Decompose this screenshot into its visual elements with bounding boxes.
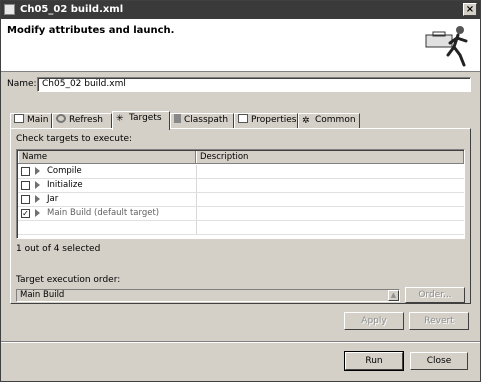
- revert-button[interactable]: Revert: [409, 312, 469, 330]
- tab-refresh[interactable]: Refresh: [52, 113, 112, 128]
- tab-properties[interactable]: Properties: [234, 113, 298, 128]
- tab-common-label: Common: [315, 115, 356, 125]
- order-button[interactable]: Order...: [405, 287, 465, 303]
- target-checkbox[interactable]: [21, 181, 30, 190]
- table-header: Name Description: [18, 151, 464, 164]
- tab-classpath-label: Classpath: [184, 115, 229, 125]
- tab-targets[interactable]: ✳ Targets: [112, 111, 170, 130]
- target-name: Initialize: [47, 180, 83, 190]
- target-icon: [35, 167, 40, 175]
- execution-order-label: Target execution order:: [16, 275, 121, 285]
- tab-refresh-label: Refresh: [69, 115, 103, 125]
- properties-icon: [238, 114, 248, 123]
- tab-bar: Main Refresh ✳ Targets Classpath Properti…: [10, 111, 470, 130]
- close-button[interactable]: Close: [410, 352, 468, 370]
- name-label: Name:: [7, 79, 37, 89]
- column-header-name[interactable]: Name: [18, 151, 196, 163]
- table-row[interactable]: Initialize: [18, 179, 464, 193]
- header-message: Modify attributes and launch.: [7, 25, 175, 36]
- tab-main[interactable]: Main: [10, 113, 52, 128]
- table-row-empty: [18, 221, 464, 235]
- run-toolbox-icon: [424, 21, 472, 69]
- scroll-arrow-icon[interactable]: ▲: [388, 290, 399, 301]
- window-title: Ch05_02 build.xml: [20, 4, 124, 15]
- run-button[interactable]: Run: [344, 351, 404, 371]
- selected-count: 1 out of 4 selected: [16, 244, 101, 254]
- target-name: Compile: [47, 166, 82, 176]
- targets-icon: ✳: [116, 114, 124, 124]
- main-tab-icon: [14, 114, 24, 123]
- table-row[interactable]: ✓ Main Build (default target): [18, 207, 464, 221]
- close-window-button[interactable]: ×: [463, 3, 477, 16]
- execution-order-field: Main Build ▲: [16, 289, 400, 302]
- tab-properties-label: Properties: [251, 115, 297, 125]
- targets-table[interactable]: Name Description Compile Initialize Jar …: [16, 149, 465, 239]
- refresh-icon: [56, 114, 66, 123]
- tab-targets-label: Targets: [129, 113, 162, 123]
- title-bar[interactable]: Ch05_02 build.xml ×: [1, 1, 480, 19]
- button-separator: [1, 341, 480, 343]
- target-checkbox-checked[interactable]: ✓: [21, 209, 30, 218]
- name-input[interactable]: Ch05_02 build.xml: [37, 77, 471, 92]
- common-icon: ✲: [302, 116, 310, 126]
- target-icon: [35, 195, 40, 203]
- tab-classpath[interactable]: Classpath: [170, 113, 234, 128]
- check-targets-label: Check targets to execute:: [16, 134, 133, 144]
- target-checkbox[interactable]: [21, 167, 30, 176]
- default-target-icon: [35, 209, 40, 217]
- target-name: Main Build (default target): [47, 208, 160, 218]
- column-header-description[interactable]: Description: [196, 151, 464, 163]
- launch-configuration-dialog: Ch05_02 build.xml × Modify attributes an…: [0, 0, 481, 382]
- execution-order-value: Main Build: [20, 290, 65, 300]
- target-checkbox[interactable]: [21, 195, 30, 204]
- apply-button[interactable]: Apply: [344, 312, 404, 330]
- dialog-header: Modify attributes and launch.: [1, 19, 480, 72]
- target-icon: [35, 181, 40, 189]
- window-icon: [4, 4, 15, 15]
- classpath-icon: [174, 114, 181, 123]
- table-row[interactable]: Jar: [18, 193, 464, 207]
- target-name: Jar: [47, 194, 59, 204]
- tab-common[interactable]: ✲ Common: [298, 113, 360, 128]
- tab-main-label: Main: [27, 115, 49, 125]
- table-row[interactable]: Compile: [18, 165, 464, 179]
